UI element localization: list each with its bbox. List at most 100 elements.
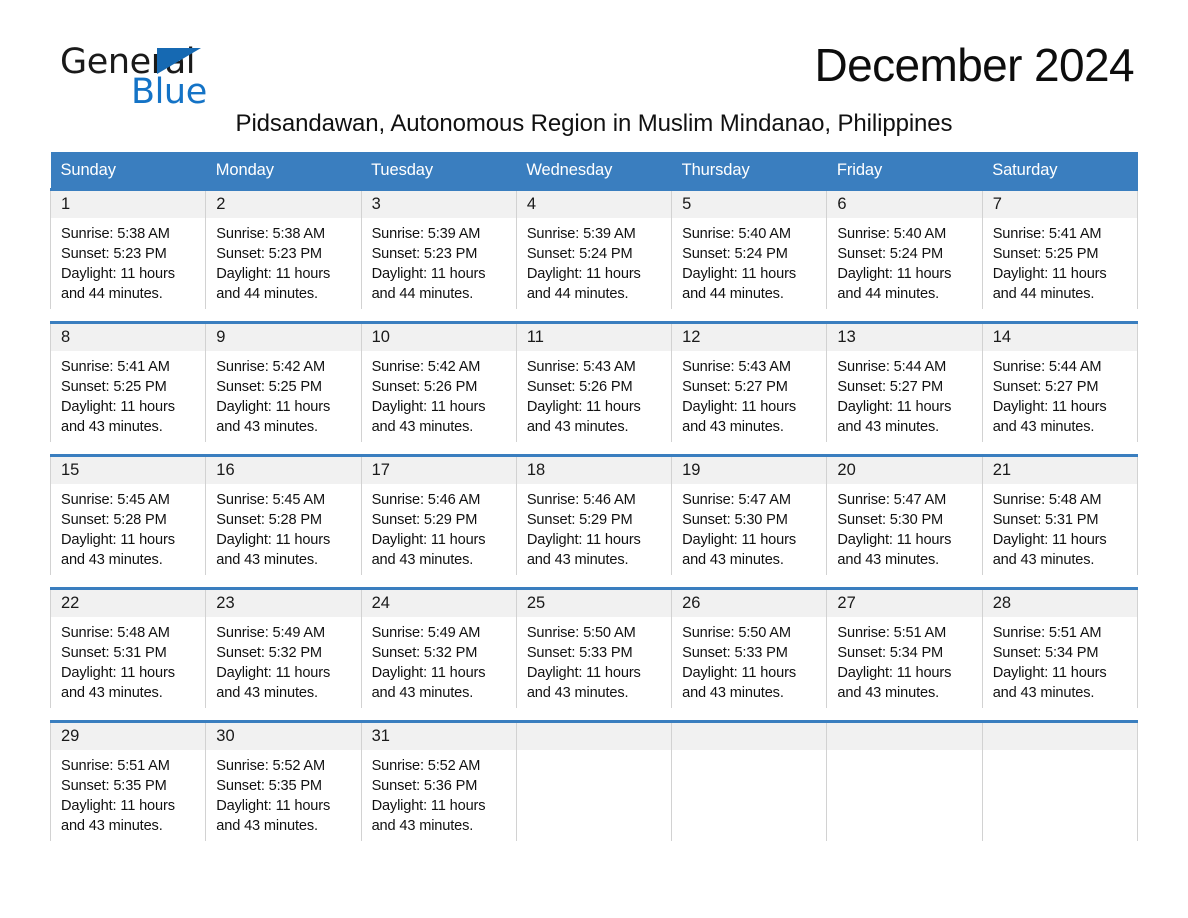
sunset-text: Sunset: 5:36 PM	[371, 778, 478, 794]
day-number: 1	[51, 191, 206, 218]
calendar-day-cell[interactable]: 12 Sunrise: 5:43 AM Sunset: 5:27 PM Dayligh…	[671, 321, 828, 442]
sunrise-text: Sunrise: 5:41 AM	[61, 359, 170, 375]
daylight-text: Daylight: 11 hours and 43 minutes.	[526, 532, 641, 568]
day-number: 24	[361, 590, 516, 617]
weekday-header-saturday: Saturday	[982, 152, 1138, 190]
calendar-day-cell[interactable]: 23 Sunrise: 5:49 AM Sunset: 5:32 PM Dayligh…	[205, 587, 362, 708]
calendar-day-cell[interactable]: 18 Sunrise: 5:46 AM Sunset: 5:29 PM Dayligh…	[515, 454, 673, 575]
calendar-empty-cell	[826, 720, 983, 841]
calendar-day-cell[interactable]: 1 Sunrise: 5:38 AM Sunset: 5:23 PM Daylight…	[49, 188, 207, 309]
day-details: Sunrise: 5:50 AM Sunset: 5:33 PM Daylight:…	[517, 617, 671, 703]
calendar-day-cell[interactable]: 14 Sunrise: 5:44 AM Sunset: 5:27 PM Dayligh…	[981, 321, 1139, 442]
day-details: Sunrise: 5:43 AM Sunset: 5:26 PM Daylight:…	[517, 351, 671, 437]
sunset-text: Sunset: 5:28 PM	[61, 512, 167, 528]
calendar-body: 1 Sunrise: 5:38 AM Sunset: 5:23 PM Daylight…	[49, 188, 1139, 841]
sunrise-text: Sunrise: 5:51 AM	[61, 758, 170, 774]
sunrise-text: Sunrise: 5:43 AM	[526, 359, 636, 375]
day-number	[982, 723, 1137, 750]
calendar-day-cell[interactable]: 8 Sunrise: 5:41 AM Sunset: 5:25 PM Daylight…	[49, 321, 207, 442]
sunset-text: Sunset: 5:24 PM	[837, 246, 944, 262]
calendar-day-cell[interactable]: 20 Sunrise: 5:47 AM Sunset: 5:30 PM Dayligh…	[826, 454, 983, 575]
day-number	[827, 723, 982, 750]
sunrise-text: Sunrise: 5:46 AM	[526, 492, 636, 508]
calendar-day-cell[interactable]: 2 Sunrise: 5:38 AM Sunset: 5:23 PM Daylight…	[205, 188, 362, 309]
calendar-day-cell[interactable]: 27 Sunrise: 5:51 AM Sunset: 5:34 PM Dayligh…	[826, 587, 983, 708]
week-separator-cell	[50, 442, 1138, 456]
daylight-text: Daylight: 11 hours and 43 minutes.	[837, 665, 952, 701]
day-number: 31	[361, 723, 516, 750]
day-details: Sunrise: 5:48 AM Sunset: 5:31 PM Daylight:…	[983, 484, 1137, 570]
calendar-week-row: 15 Sunrise: 5:45 AM Sunset: 5:28 PM Dayligh…	[49, 454, 1139, 575]
calendar-day-cell[interactable]: 5 Sunrise: 5:40 AM Sunset: 5:24 PM Daylight…	[671, 188, 828, 309]
calendar-day-cell[interactable]: 11 Sunrise: 5:43 AM Sunset: 5:26 PM Dayligh…	[515, 321, 673, 442]
daylight-text: Daylight: 11 hours and 43 minutes.	[526, 399, 641, 435]
sunset-text: Sunset: 5:31 PM	[992, 512, 1099, 528]
page-header: General Blue December 2024	[50, 0, 1138, 112]
week-separator	[50, 575, 1138, 589]
day-details: Sunrise: 5:42 AM Sunset: 5:26 PM Daylight:…	[362, 351, 516, 437]
day-number: 8	[51, 324, 206, 351]
calendar-day-cell[interactable]: 21 Sunrise: 5:48 AM Sunset: 5:31 PM Dayligh…	[981, 454, 1139, 575]
calendar-day-cell[interactable]: 26 Sunrise: 5:50 AM Sunset: 5:33 PM Dayligh…	[671, 587, 828, 708]
day-details: Sunrise: 5:41 AM Sunset: 5:25 PM Daylight:…	[983, 218, 1137, 304]
calendar-day-cell[interactable]: 6 Sunrise: 5:40 AM Sunset: 5:24 PM Daylight…	[826, 188, 983, 309]
calendar-day-cell[interactable]: 25 Sunrise: 5:50 AM Sunset: 5:33 PM Dayligh…	[515, 587, 673, 708]
day-number: 10	[361, 324, 516, 351]
sunrise-text: Sunrise: 5:50 AM	[526, 625, 636, 641]
day-details: Sunrise: 5:48 AM Sunset: 5:31 PM Daylight:…	[51, 617, 205, 703]
day-details: Sunrise: 5:39 AM Sunset: 5:24 PM Daylight:…	[517, 218, 671, 304]
calendar-day-cell[interactable]: 10 Sunrise: 5:42 AM Sunset: 5:26 PM Dayligh…	[360, 321, 517, 442]
day-number: 28	[982, 590, 1137, 617]
calendar-day-cell[interactable]: 9 Sunrise: 5:42 AM Sunset: 5:25 PM Daylight…	[205, 321, 362, 442]
weekday-header-tuesday: Tuesday	[361, 152, 517, 190]
daylight-text: Daylight: 11 hours and 43 minutes.	[837, 399, 952, 435]
calendar-day-cell[interactable]: 7 Sunrise: 5:41 AM Sunset: 5:25 PM Daylight…	[981, 188, 1139, 309]
weekday-header-friday: Friday	[826, 152, 983, 190]
week-separator-cell	[50, 575, 1138, 589]
calendar-day-cell[interactable]: 13 Sunrise: 5:44 AM Sunset: 5:27 PM Dayligh…	[826, 321, 983, 442]
calendar-day-cell[interactable]: 16 Sunrise: 5:45 AM Sunset: 5:28 PM Dayligh…	[205, 454, 362, 575]
calendar-day-cell[interactable]: 17 Sunrise: 5:46 AM Sunset: 5:29 PM Dayligh…	[360, 454, 517, 575]
calendar-day-cell[interactable]: 24 Sunrise: 5:49 AM Sunset: 5:32 PM Dayligh…	[360, 587, 517, 708]
day-details: Sunrise: 5:40 AM Sunset: 5:24 PM Daylight:…	[827, 218, 981, 304]
day-number: 30	[206, 723, 361, 750]
day-details: Sunrise: 5:38 AM Sunset: 5:23 PM Daylight:…	[206, 218, 360, 304]
sunrise-text: Sunrise: 5:41 AM	[992, 226, 1102, 242]
day-details: Sunrise: 5:39 AM Sunset: 5:23 PM Daylight:…	[362, 218, 516, 304]
calendar-day-cell[interactable]: 29 Sunrise: 5:51 AM Sunset: 5:35 PM Dayligh…	[49, 720, 207, 841]
calendar-empty-cell	[515, 720, 673, 841]
triangle-icon	[157, 48, 201, 74]
calendar-day-cell[interactable]: 22 Sunrise: 5:48 AM Sunset: 5:31 PM Dayligh…	[49, 587, 207, 708]
sunset-text: Sunset: 5:24 PM	[682, 246, 788, 262]
calendar-day-cell[interactable]: 3 Sunrise: 5:39 AM Sunset: 5:23 PM Daylight…	[360, 188, 517, 309]
daylight-text: Daylight: 11 hours and 43 minutes.	[371, 798, 486, 834]
sunset-text: Sunset: 5:34 PM	[992, 645, 1099, 661]
brand-name-blue: Blue	[131, 72, 207, 112]
calendar-day-cell[interactable]: 4 Sunrise: 5:39 AM Sunset: 5:24 PM Daylight…	[515, 188, 673, 309]
day-details: Sunrise: 5:41 AM Sunset: 5:25 PM Daylight:…	[51, 351, 205, 437]
weekday-header-monday: Monday	[205, 152, 362, 190]
daylight-text: Daylight: 11 hours and 43 minutes.	[61, 665, 175, 701]
calendar-day-cell[interactable]: 30 Sunrise: 5:52 AM Sunset: 5:35 PM Dayligh…	[205, 720, 362, 841]
calendar-day-cell[interactable]: 28 Sunrise: 5:51 AM Sunset: 5:34 PM Dayligh…	[981, 587, 1139, 708]
day-number: 2	[206, 191, 361, 218]
daylight-text: Daylight: 11 hours and 43 minutes.	[371, 399, 486, 435]
daylight-text: Daylight: 11 hours and 43 minutes.	[682, 399, 796, 435]
day-number	[516, 723, 672, 750]
location-subtitle: Pidsandawan, Autonomous Region in Muslim…	[235, 110, 953, 137]
day-number: 20	[827, 457, 982, 484]
calendar-day-cell[interactable]: 19 Sunrise: 5:47 AM Sunset: 5:30 PM Dayligh…	[671, 454, 828, 575]
daylight-text: Daylight: 11 hours and 43 minutes.	[61, 798, 175, 834]
sunset-text: Sunset: 5:23 PM	[371, 246, 478, 262]
day-number: 9	[206, 324, 361, 351]
daylight-text: Daylight: 11 hours and 43 minutes.	[371, 665, 486, 701]
sunrise-text: Sunrise: 5:46 AM	[371, 492, 481, 508]
sunrise-text: Sunrise: 5:44 AM	[992, 359, 1102, 375]
calendar-day-cell[interactable]: 31 Sunrise: 5:52 AM Sunset: 5:36 PM Dayligh…	[360, 720, 517, 841]
sunrise-text: Sunrise: 5:49 AM	[371, 625, 481, 641]
daylight-text: Daylight: 11 hours and 44 minutes.	[526, 266, 641, 302]
sunset-text: Sunset: 5:35 PM	[216, 778, 322, 794]
daylight-text: Daylight: 11 hours and 43 minutes.	[61, 532, 175, 568]
calendar-day-cell[interactable]: 15 Sunrise: 5:45 AM Sunset: 5:28 PM Dayligh…	[49, 454, 207, 575]
day-details: Sunrise: 5:47 AM Sunset: 5:30 PM Daylight:…	[672, 484, 826, 570]
